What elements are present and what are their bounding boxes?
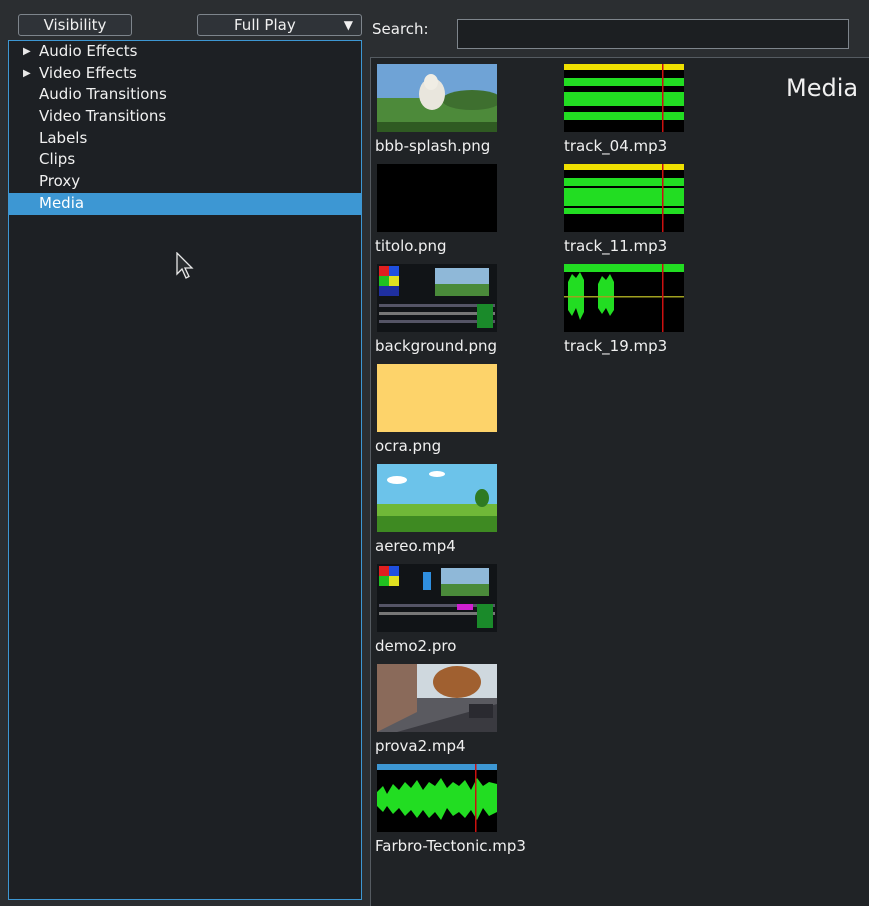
media-item-label: aereo.mp4 xyxy=(375,537,456,555)
tree-item-label: Audio Effects xyxy=(39,42,138,60)
media-item-label: ocra.png xyxy=(375,437,442,455)
mouse-cursor-icon xyxy=(176,252,194,279)
media-item-label: background.png xyxy=(375,337,498,355)
media-item-titolo[interactable]: titolo.png xyxy=(371,158,551,258)
tree-item-clips[interactable]: Clips xyxy=(9,149,361,171)
media-item-bbb-splash[interactable]: bbb-splash.png xyxy=(371,58,551,158)
expand-arrow-icon[interactable]: ▶ xyxy=(23,63,31,84)
tree-item-video-effects[interactable]: ▶ Video Effects xyxy=(9,63,361,85)
media-item-track-11[interactable]: track_11.mp3 xyxy=(560,158,740,258)
tree-item-label: Video Effects xyxy=(39,63,137,82)
tree-toolbar: Visibility Full Play ▼ xyxy=(8,12,365,40)
tree-item-proxy[interactable]: Proxy xyxy=(9,171,361,193)
folder-tree[interactable]: ▶ Audio Effects ▶ Video Effects Audio Tr… xyxy=(8,40,362,900)
media-item-label: track_04.mp3 xyxy=(564,137,668,155)
tree-item-label: Video Transitions xyxy=(39,107,167,126)
tree-item-label: Media xyxy=(39,193,85,212)
audio-waveform-thumbnail xyxy=(564,164,684,232)
media-item-label: Farbro-Tectonic.mp3 xyxy=(375,837,526,855)
media-item-farbro-tectonic[interactable]: Farbro-Tectonic.mp3 xyxy=(371,758,551,858)
media-item-background[interactable]: background.png xyxy=(371,258,551,358)
media-item-label: track_19.mp3 xyxy=(564,337,668,355)
media-item-label: track_11.mp3 xyxy=(564,237,668,255)
image-thumbnail xyxy=(377,364,497,432)
expand-arrow-icon[interactable]: ▶ xyxy=(23,41,31,62)
search-input[interactable] xyxy=(457,19,849,49)
media-item-track-04[interactable]: track_04.mp3 xyxy=(560,58,740,158)
tree-item-audio-effects[interactable]: ▶ Audio Effects xyxy=(9,41,361,63)
media-item-track-19[interactable]: track_19.mp3 xyxy=(560,258,740,358)
tree-item-label: Labels xyxy=(39,128,88,147)
project-thumbnail xyxy=(377,564,497,632)
image-thumbnail xyxy=(377,64,497,132)
media-title: Media xyxy=(786,74,859,102)
search-label: Search: xyxy=(372,20,429,38)
play-mode-value: Full Play xyxy=(234,16,296,34)
visibility-button[interactable]: Visibility xyxy=(18,14,132,36)
media-item-prova2[interactable]: prova2.mp4 xyxy=(371,658,551,758)
image-thumbnail xyxy=(377,164,497,232)
tree-item-labels[interactable]: Labels xyxy=(9,128,361,150)
video-thumbnail xyxy=(377,464,497,532)
media-item-ocra[interactable]: ocra.png xyxy=(371,358,551,458)
media-item-label: titolo.png xyxy=(375,237,447,255)
media-item-label: demo2.pro xyxy=(375,637,457,655)
media-item-demo2[interactable]: demo2.pro xyxy=(371,558,551,658)
play-mode-select[interactable]: Full Play ▼ xyxy=(197,14,362,36)
dropdown-arrow-icon: ▼ xyxy=(343,18,353,32)
tree-item-label: Proxy xyxy=(39,172,81,191)
tree-item-audio-transitions[interactable]: Audio Transitions xyxy=(9,84,361,106)
image-thumbnail xyxy=(377,264,497,332)
tree-item-label: Audio Transitions xyxy=(39,85,167,104)
audio-waveform-thumbnail xyxy=(564,264,684,332)
audio-waveform-thumbnail xyxy=(377,764,497,832)
tree-item-label: Clips xyxy=(39,150,76,169)
audio-waveform-thumbnail xyxy=(564,64,684,132)
media-item-label: bbb-splash.png xyxy=(375,137,491,155)
tree-item-media[interactable]: Media xyxy=(9,192,361,215)
video-thumbnail xyxy=(377,664,497,732)
media-item-aereo[interactable]: aereo.mp4 xyxy=(371,458,551,558)
media-item-label: prova2.mp4 xyxy=(375,737,466,755)
tree-item-video-transitions[interactable]: Video Transitions xyxy=(9,106,361,128)
